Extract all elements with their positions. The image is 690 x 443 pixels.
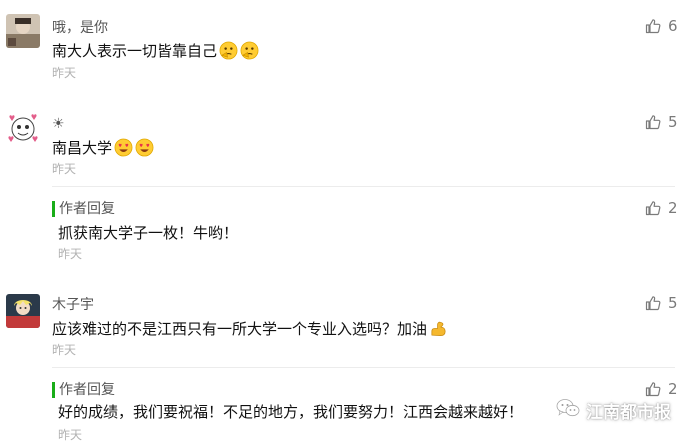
reply-indicator [52,382,55,398]
thumbs-up-icon [645,114,661,130]
reply-like-button[interactable]: 2 [645,199,678,217]
comment-content: 南昌大学 [52,137,154,163]
flexed-biceps-emoji-icon [429,319,448,344]
comment-time: 昨天 [52,66,77,80]
wechat-icon [556,398,580,423]
watermark: 江南都市报 [556,398,671,423]
like-count: 2 [668,380,678,398]
comment-nickname: 木子宇 [52,297,94,313]
thumbs-up-icon [645,295,661,311]
like-button[interactable]: 5 [645,294,678,312]
like-count: 2 [668,199,678,217]
avatar[interactable] [6,14,40,48]
reply-like-button[interactable]: 2 [645,380,678,398]
thumbs-up-icon [645,381,661,397]
heart-eyes-emoji-icon [114,138,133,163]
thumbs-up-icon [645,18,661,34]
heart-eyes-emoji-icon [135,138,154,163]
avatar[interactable] [6,112,40,146]
comment-nickname: 哦，是你 [52,20,108,36]
thumbs-up-icon [645,200,661,216]
comment-content: 南大人表示一切皆靠自己 [52,40,259,66]
reply-content: 抓获南大学子一枚！牛哟！ [58,224,239,242]
reply-time: 昨天 [58,247,83,261]
like-button[interactable]: 6 [645,17,678,35]
reply-divider [52,186,675,187]
author-reply-label: 作者回复 [59,201,115,217]
like-count: 5 [668,294,678,312]
reply-indicator [52,201,55,217]
watermark-text: 江南都市报 [586,403,671,423]
comment-nickname: ☀ [52,116,65,132]
comment-time: 昨天 [52,162,77,176]
like-count: 5 [668,113,678,131]
like-button[interactable]: 5 [645,113,678,131]
comment-time: 昨天 [52,343,77,357]
thinking-emoji-icon [240,41,259,66]
author-reply-label: 作者回复 [59,382,115,398]
comment-text: 应该难过的不是江西只有一所大学一个专业入选吗？加油 [52,320,428,338]
comment-content: 应该难过的不是江西只有一所大学一个专业入选吗？加油 [52,318,448,344]
reply-content: 好的成绩，我们要祝福！不足的地方，我们要努力！江西会越来越好！ [58,403,524,421]
reply-divider [52,367,675,368]
comment-text: 南大人表示一切皆靠自己 [52,42,218,60]
like-count: 6 [668,17,678,35]
thinking-emoji-icon [219,41,238,66]
comment-text: 南昌大学 [52,139,113,157]
reply-time: 昨天 [58,428,83,442]
avatar[interactable] [6,294,40,328]
